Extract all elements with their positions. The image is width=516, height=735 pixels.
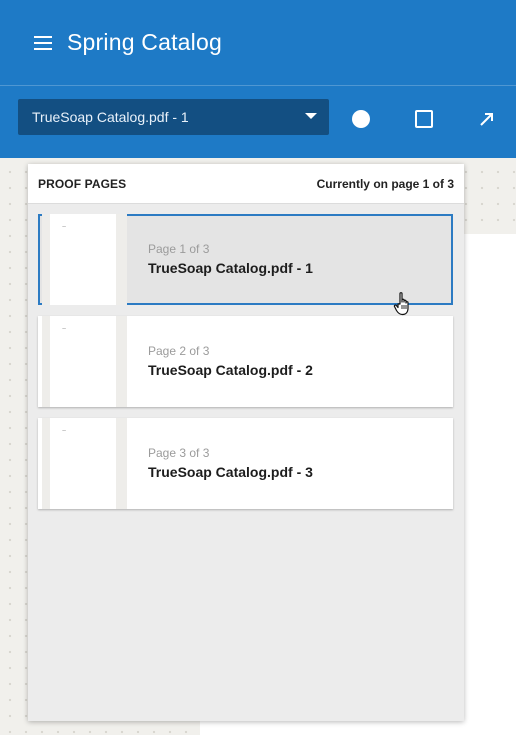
app-title: Spring Catalog xyxy=(67,29,222,55)
circle-icon xyxy=(352,110,370,128)
document-select[interactable]: TrueSoap Catalog.pdf - 1 xyxy=(18,99,329,135)
page-thumbnail: ~ xyxy=(42,214,127,305)
page-card-1[interactable]: ~ Page 1 of 3 TrueSoap Catalog.pdf - 1 xyxy=(38,214,453,305)
rectangle-icon xyxy=(415,110,433,128)
rectangle-tool-button[interactable] xyxy=(412,107,436,131)
hamburger-menu-icon[interactable] xyxy=(34,35,52,50)
circle-tool-button[interactable] xyxy=(349,107,373,131)
page-file-name: TrueSoap Catalog.pdf - 3 xyxy=(148,464,313,480)
app-header: Spring Catalog TrueSoap Catalog.pdf - 1 xyxy=(0,0,516,158)
thumbnail-mark: ~ xyxy=(62,224,67,231)
document-select-value: TrueSoap Catalog.pdf - 1 xyxy=(32,109,189,125)
page-file-name: TrueSoap Catalog.pdf - 2 xyxy=(148,362,313,378)
proof-pages-header: PROOF PAGES Currently on page 1 of 3 xyxy=(28,164,464,204)
page-thumbnail: ~ xyxy=(42,418,127,509)
toolbar: TrueSoap Catalog.pdf - 1 xyxy=(0,86,516,158)
page-number-label: Page 3 of 3 xyxy=(148,446,210,460)
page-thumbnail: ~ xyxy=(42,316,127,407)
chevron-down-icon xyxy=(305,113,317,119)
arrow-tool-button[interactable] xyxy=(475,107,499,131)
page-card-2[interactable]: ~ Page 2 of 3 TrueSoap Catalog.pdf - 2 xyxy=(38,316,453,407)
panel-title: PROOF PAGES xyxy=(38,176,127,191)
proof-pages-panel: PROOF PAGES Currently on page 1 of 3 ~ P… xyxy=(28,164,464,721)
thumbnail-mark: ~ xyxy=(62,326,67,333)
page-file-name: TrueSoap Catalog.pdf - 1 xyxy=(148,260,313,276)
hand-pointer-cursor-icon xyxy=(393,292,409,316)
current-page-status: Currently on page 1 of 3 xyxy=(316,176,454,191)
page-number-label: Page 1 of 3 xyxy=(148,242,210,256)
title-bar: Spring Catalog xyxy=(0,0,516,86)
page-card-3[interactable]: ~ Page 3 of 3 TrueSoap Catalog.pdf - 3 xyxy=(38,418,453,509)
arrow-icon xyxy=(480,113,493,126)
page-number-label: Page 2 of 3 xyxy=(148,344,210,358)
thumbnail-mark: ~ xyxy=(62,428,67,435)
